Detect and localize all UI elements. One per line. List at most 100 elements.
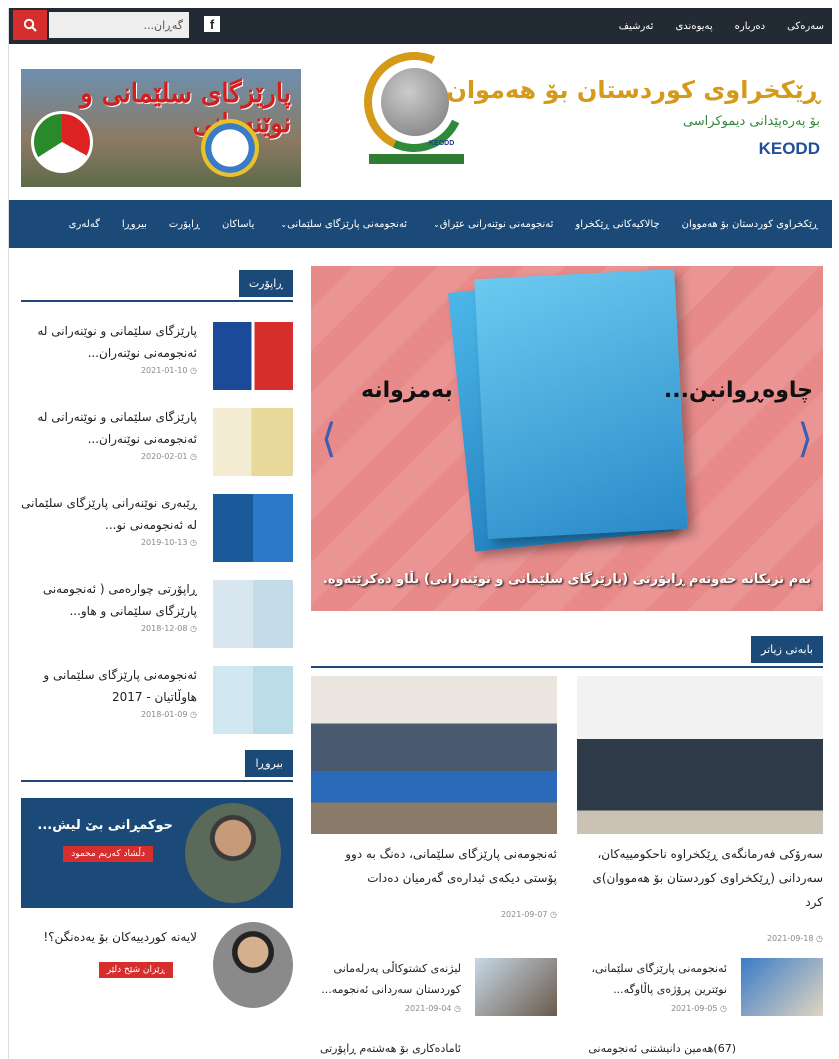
report-item[interactable]: ڕاپۆرتی چوارەمی ( ئەنجومەنی پارێزگای سلێ… <box>21 574 293 660</box>
site-header: پارێزگای سلێمانی و نوێنەرانی KEODD ڕێکخر… <box>9 37 832 200</box>
news-list-item[interactable]: لیژنەی کشتوکاڵی پەرلەمانی کوردستان سەردا… <box>311 958 557 1028</box>
opinion-section-header: بیروڕا <box>21 750 293 782</box>
report-item[interactable]: ئەنجومەنی پارێزگای سلێمانی و هاوڵاتیان -… <box>21 660 293 746</box>
slide-right-text: چاوەڕوانبن... <box>663 378 813 403</box>
nav-label: چالاکیەکانی ڕێکخراو <box>575 218 660 230</box>
page: گەڕان... f سەرەکی دەربارە پەیوەندی ئەرشی… <box>8 8 832 1059</box>
nav-label: بیروڕا <box>121 218 147 230</box>
clock-icon: ◷ <box>816 934 823 943</box>
report-date: 2020-02-01 ◷ <box>141 452 197 461</box>
news-title[interactable]: ئەنجومەنی پارێزگای سلێمانی، نوێترین پرۆژ… <box>577 958 727 1000</box>
report-date: 2019-10-13 ◷ <box>141 538 197 547</box>
slider-next-arrow-icon[interactable]: ⟩ <box>797 416 813 462</box>
top-link-about[interactable]: دەربارە <box>735 21 765 32</box>
clock-icon: ◷ <box>190 624 197 633</box>
news-date: 2021-09-04 ◷ <box>405 1004 461 1013</box>
report-title[interactable]: ڕێبەری نوێنەرانی پارێزگای سلێمانی لە ئەن… <box>21 492 197 536</box>
nav-item-iraq-parliament[interactable]: ئەنجومەنی نوێنەرانی عێراق⌄ <box>429 219 553 230</box>
date-text: 2021-09-18 <box>766 934 814 943</box>
date-text: 2020-02-01 <box>140 452 188 461</box>
report-thumbnail[interactable] <box>213 580 293 648</box>
nav-item-about-org[interactable]: ڕێکخراوی کوردستان بۆ هەمووان <box>682 219 818 230</box>
slide-left-text: بەمزوانە <box>361 378 453 403</box>
opinion-title[interactable]: حوکمڕانی بێ لیش... <box>37 818 173 833</box>
search-button[interactable] <box>13 10 47 40</box>
report-item[interactable]: پارێزگای سلێمانی و نوێنەرانی لە ئەنجومەن… <box>21 316 293 402</box>
org-abbreviation: KEODD <box>758 139 820 158</box>
opinion-title[interactable]: لایەنە کوردییەکان بۆ یەدەنگن؟! <box>43 930 197 944</box>
news-list-item[interactable]: ئەنجومەنی پارێزگای سلێمانی، نوێترین پرۆژ… <box>577 958 823 1028</box>
report-thumbnail[interactable] <box>213 666 293 734</box>
clock-icon: ◷ <box>454 1004 461 1013</box>
report-title[interactable]: ئەنجومەنی پارێزگای سلێمانی و هاوڵاتیان -… <box>21 664 197 708</box>
clock-icon: ◷ <box>190 538 197 547</box>
slide-caption[interactable]: بەم نزیکانە حەوتەم ڕاپۆرتی (پارێزگای سلێ… <box>323 572 811 587</box>
report-thumbnail[interactable] <box>213 494 293 562</box>
main-nav: ڕێکخراوی کوردستان بۆ هەمووان چالاکیەکانی… <box>9 200 832 248</box>
nav-item-gallery[interactable]: گەلەری <box>69 219 100 230</box>
sidebar: ڕاپۆرت پارێزگای سلێمانی و نوێنەرانی لە ئ… <box>21 270 293 1012</box>
news-title[interactable]: ئەنجومەنی پارێزگای سلێمانی، دەنگ بە دوو … <box>311 842 557 890</box>
report-title[interactable]: پارێزگای سلێمانی و نوێنەرانی لە ئەنجومەن… <box>21 320 197 364</box>
more-heading[interactable]: بابەتی زیاتر <box>751 636 823 663</box>
kurdistan-flag-emblem <box>31 111 93 173</box>
opinion-heading[interactable]: بیروڕا <box>245 750 293 777</box>
report-section-header: ڕاپۆرت <box>21 270 293 302</box>
featured-news-card[interactable]: ئەنجومەنی پارێزگای سلێمانی، دەنگ بە دوو … <box>311 676 557 919</box>
search-input[interactable]: گەڕان... <box>49 12 189 38</box>
date-text: 2019-10-13 <box>140 538 188 547</box>
facebook-icon[interactable]: f <box>204 16 220 32</box>
featured-news-card[interactable]: سەرۆکی فەرمانگەی ڕێکخراوە ناحکومییەکان، … <box>577 676 823 943</box>
date-text: 2021-09-05 <box>670 1004 718 1013</box>
date-text: 2018-01-09 <box>140 710 188 719</box>
opinion-featured[interactable]: حوکمڕانی بێ لیش... دڵشاد کەریم محمود <box>21 798 293 908</box>
news-thumbnail[interactable] <box>475 958 557 1016</box>
date-text: 2021-09-07 <box>500 910 548 919</box>
date-text: 2021-09-04 <box>404 1004 452 1013</box>
nav-item-opinion[interactable]: بیروڕا <box>122 219 147 230</box>
news-image[interactable] <box>311 676 557 834</box>
news-thumbnail[interactable] <box>741 958 823 1016</box>
search-icon <box>23 18 37 32</box>
news-image[interactable] <box>577 676 823 834</box>
nav-item-reports[interactable]: ڕاپۆرت <box>169 219 200 230</box>
more-section-header: بابەتی زیاتر <box>311 636 823 668</box>
report-title[interactable]: ڕاپۆرتی چوارەمی ( ئەنجومەنی پارێزگای سلێ… <box>21 578 197 622</box>
top-link-contact[interactable]: پەیوەندی <box>675 21 712 32</box>
clock-icon: ◷ <box>190 452 197 461</box>
nav-label: ڕێکخراوی کوردستان بۆ هەمووان <box>681 218 818 230</box>
report-item[interactable]: ڕێبەری نوێنەرانی پارێزگای سلێمانی لە ئەن… <box>21 488 293 574</box>
report-date: 2021-01-10 ◷ <box>141 366 197 375</box>
nav-label: ئەنجومەنی نوێنەرانی عێراق <box>439 218 554 230</box>
nav-item-sulaimani-council[interactable]: ئەنجومەنی پارێزگای سلێمانی⌄ <box>276 219 407 230</box>
author-avatar <box>213 922 293 1008</box>
news-list-item-partial[interactable]: ئامادەکاری بۆ هەشتەم ڕاپۆرتی <box>311 1042 461 1059</box>
nav-item-activities[interactable]: چالاکیەکانی ڕێکخراو <box>575 219 659 230</box>
top-link-archive[interactable]: ئەرشیف <box>619 21 654 32</box>
opinion-author-badge[interactable]: دڵشاد کەریم محمود <box>63 846 153 862</box>
slide-book-image <box>474 268 688 540</box>
news-list-item-partial[interactable]: (67)هەمین دانیشتنی ئەنجومەنی <box>490 1042 736 1059</box>
clock-icon: ◷ <box>190 366 197 375</box>
news-title[interactable]: لیژنەی کشتوکاڵی پەرلەمانی کوردستان سەردا… <box>311 958 461 1000</box>
header-banner[interactable]: پارێزگای سلێمانی و نوێنەرانی <box>21 69 301 187</box>
hero-slider[interactable]: بەمزوانە چاوەڕوانبن... بەم نزیکانە حەوتە… <box>311 266 823 611</box>
top-link-home[interactable]: سەرەکی <box>787 21 824 32</box>
report-item[interactable]: پارێزگای سلێمانی و نوێنەرانی لە ئەنجومەن… <box>21 402 293 488</box>
report-thumbnail[interactable] <box>213 322 293 390</box>
opinion-author-badge[interactable]: ڕێزان شێخ دلێر <box>98 962 173 978</box>
report-heading[interactable]: ڕاپۆرت <box>238 270 293 297</box>
report-title[interactable]: پارێزگای سلێمانی و نوێنەرانی لە ئەنجومەن… <box>21 406 197 450</box>
date-text: 2021-01-10 <box>140 366 188 375</box>
org-subtitle: بۆ پەرەپێدانی دیموکراسی <box>682 114 820 129</box>
governorate-seal-icon <box>201 119 259 177</box>
author-avatar <box>185 803 281 903</box>
chevron-down-icon: ⌄ <box>433 219 440 229</box>
nav-label: یاساکان <box>221 218 255 230</box>
opinion-item[interactable]: لایەنە کوردییەکان بۆ یەدەنگن؟! ڕێزان شێخ… <box>21 922 293 1012</box>
news-title[interactable]: سەرۆکی فەرمانگەی ڕێکخراوە ناحکومییەکان، … <box>577 842 823 914</box>
report-date: 2018-01-09 ◷ <box>141 710 197 719</box>
nav-item-laws[interactable]: یاساکان <box>222 219 254 230</box>
slider-prev-arrow-icon[interactable]: ⟨ <box>321 416 337 462</box>
report-thumbnail[interactable] <box>213 408 293 476</box>
